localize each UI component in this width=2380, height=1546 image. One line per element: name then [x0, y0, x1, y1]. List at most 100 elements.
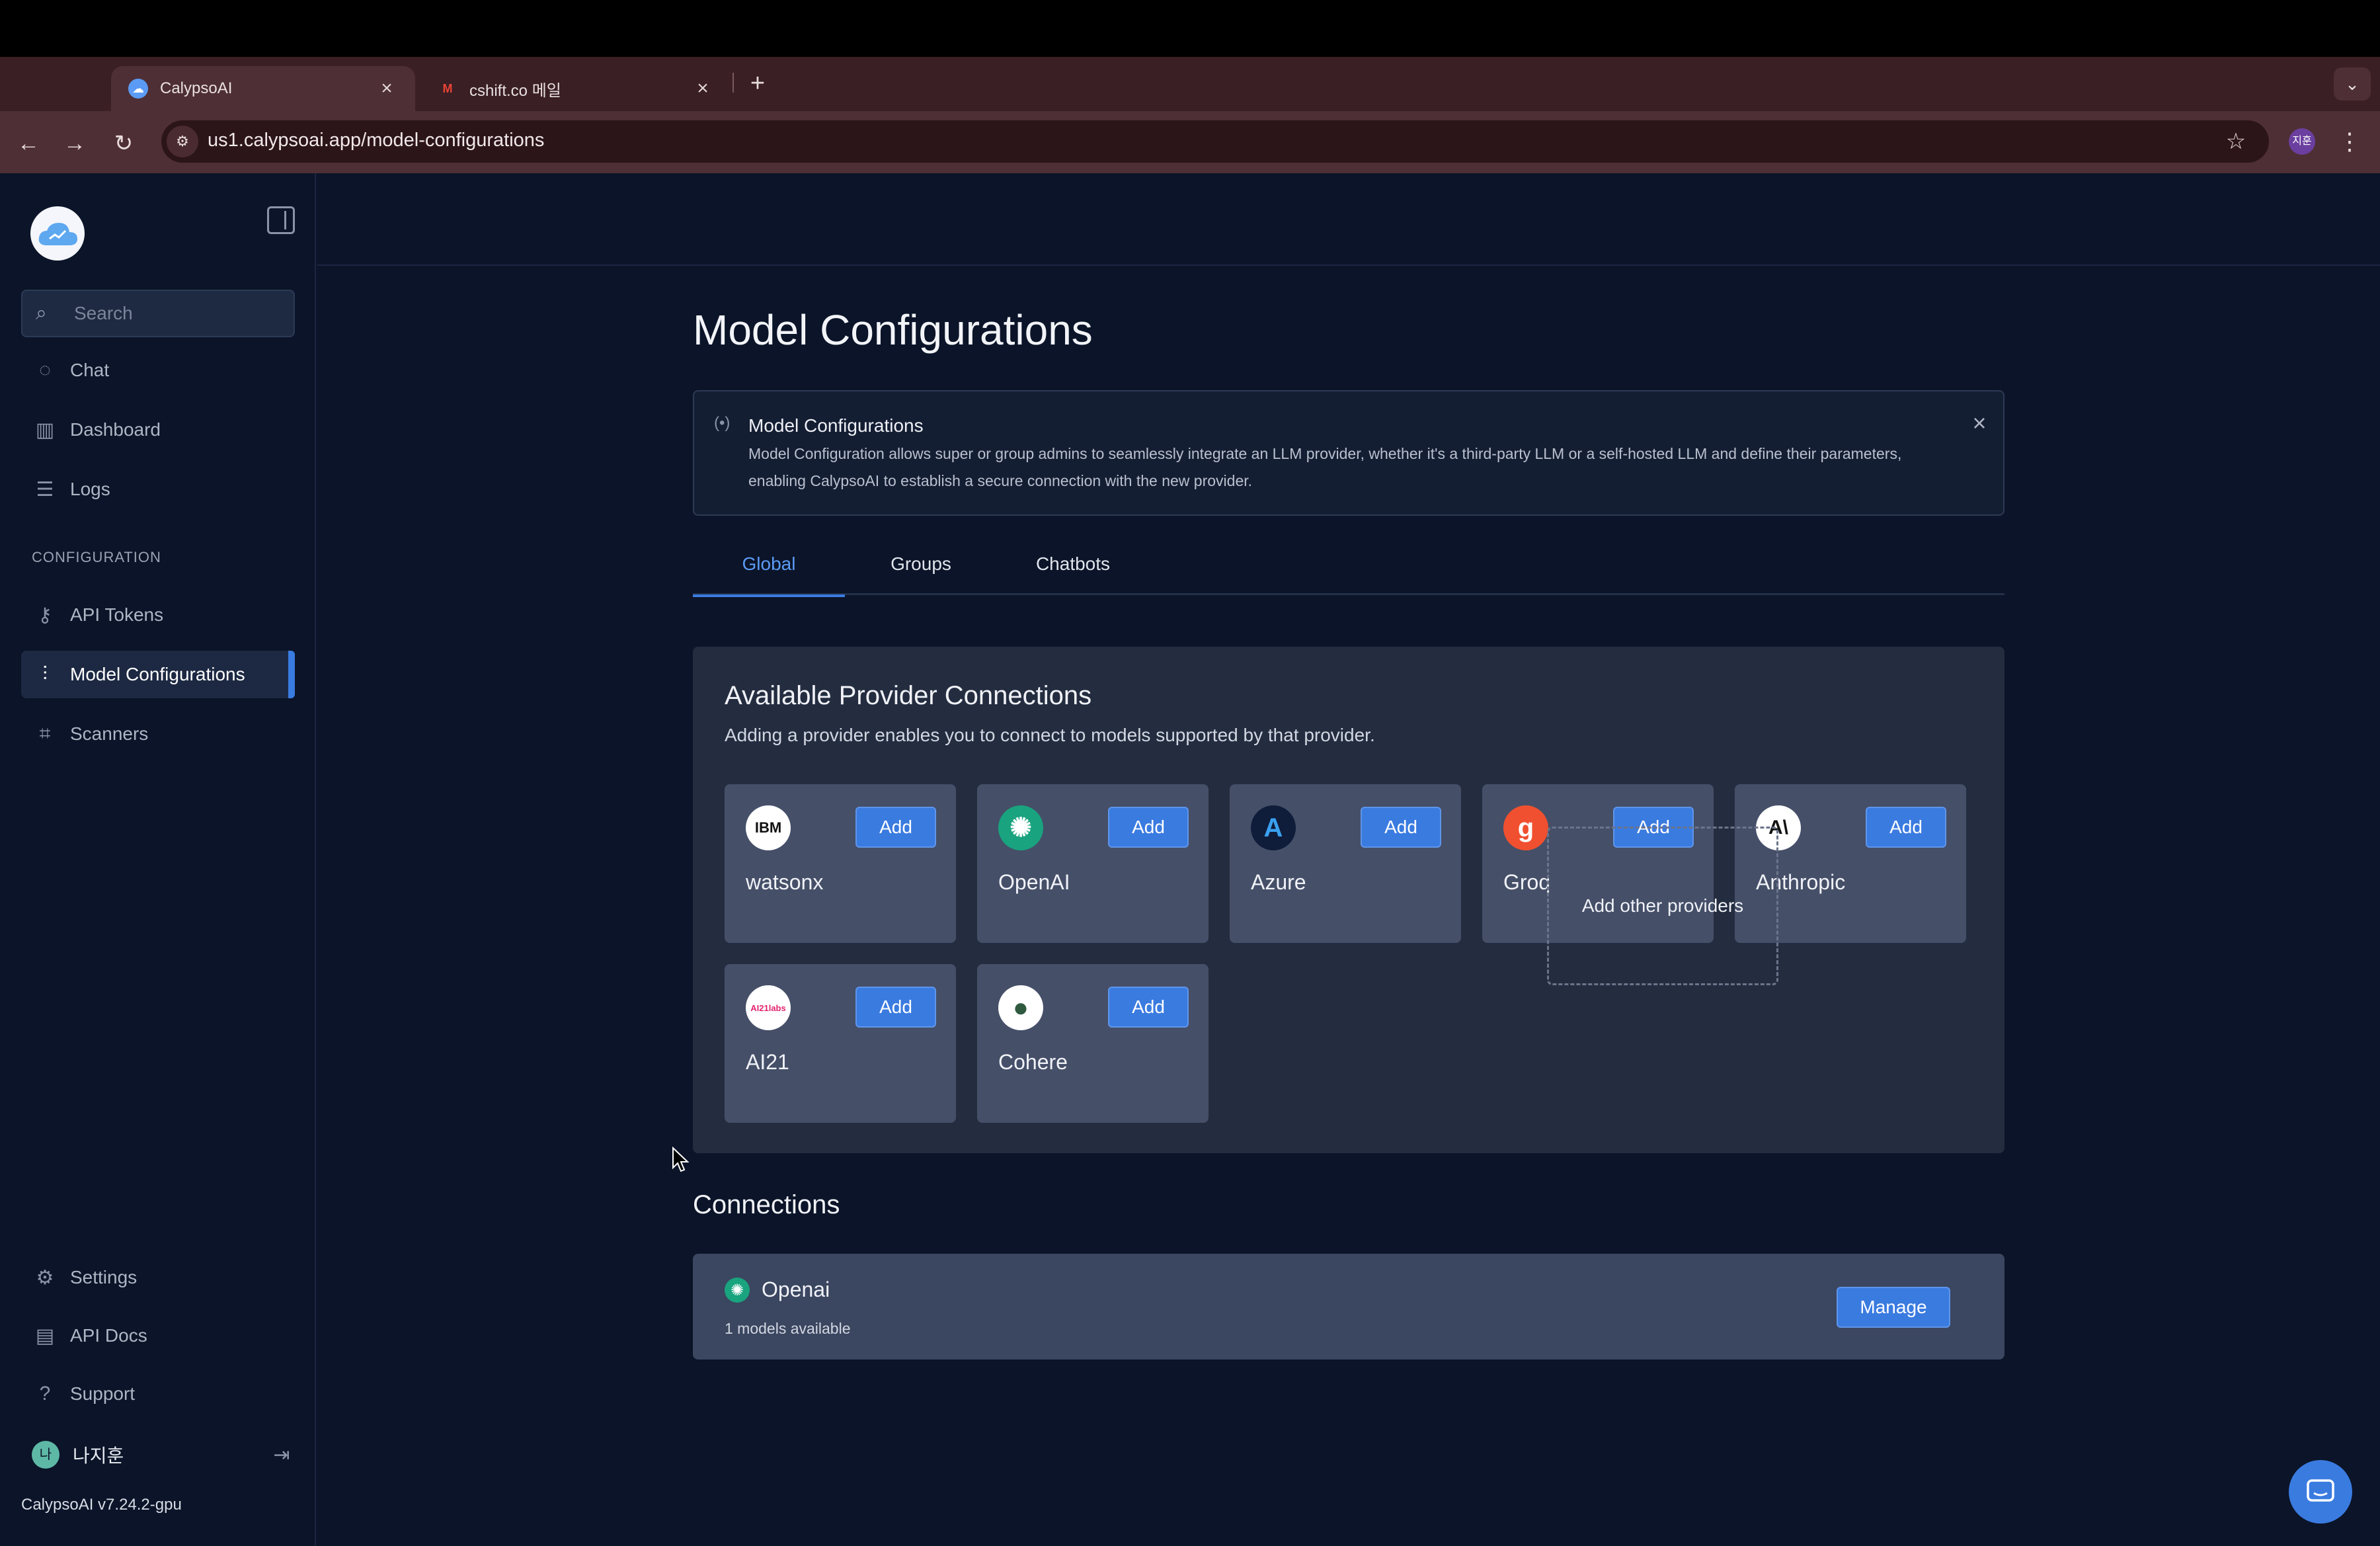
add-openai-button[interactable]: Add [1108, 807, 1189, 848]
broadcast-icon: (•) [714, 414, 731, 432]
sidebar-item-api-docs[interactable]: ▤ API Docs [21, 1312, 295, 1360]
logout-icon[interactable]: ⇥ [268, 1444, 295, 1467]
search-icon: ⌕ [36, 302, 47, 324]
connection-model-count: 1 models available [725, 1320, 851, 1337]
sidebar-item-label: Model Configurations [70, 664, 245, 684]
tab-close-icon[interactable]: × [376, 77, 398, 100]
back-button[interactable]: ← [12, 127, 45, 160]
support-chat-launcher[interactable] [2289, 1460, 2352, 1524]
app-version: CalypsoAI v7.24.2-gpu [21, 1496, 182, 1514]
sidebar-item-label: API Docs [70, 1325, 147, 1346]
gmail-icon: M [442, 81, 453, 95]
logo-text: A [1263, 813, 1283, 842]
provider-name: Azure [1251, 870, 1306, 894]
app: ⌕ ◌ Chat ▥ Dashboard ☰ Logs CONFIGURATIO… [0, 173, 2380, 1546]
site-info-icon[interactable]: ⚙ [167, 126, 198, 157]
browser-menu-icon[interactable]: ⋮ [2336, 126, 2363, 157]
bookmark-star-icon[interactable]: ☆ [2220, 126, 2252, 157]
search-input[interactable] [74, 303, 286, 324]
cloud-icon [38, 223, 77, 245]
tab-global[interactable]: Global [693, 541, 845, 597]
sidebar-item-model-configurations[interactable]: ⫶ Model Configurations [21, 651, 295, 698]
provider-card-azure: A Add Azure [1230, 784, 1461, 943]
browser-tab-calypsoai[interactable]: ☁ CalypsoAI × [111, 66, 415, 111]
provider-name: Groq [1503, 870, 1551, 894]
logs-icon: ☰ [36, 478, 54, 501]
add-anthropic-button[interactable]: Add [1866, 807, 1946, 848]
calypso-logo[interactable] [30, 206, 85, 261]
sidebar-item-label: Support [70, 1383, 136, 1404]
scan-icon: ⌗ [39, 723, 51, 745]
user-profile[interactable]: 나 나지훈 ⇥ [21, 1435, 295, 1475]
banner-title: Model Configurations [748, 415, 924, 436]
configuration-section-header: CONFIGURATION [32, 549, 161, 565]
sidebar-item-settings[interactable]: ⚙ Settings [21, 1254, 295, 1301]
logo-text: ✺ [730, 1281, 744, 1299]
connection-card-openai: ✺ Openai 1 models available Manage [693, 1254, 2004, 1360]
main-content: Model Configurations (•) Model Configura… [317, 173, 2380, 1546]
groq-logo-icon: g [1503, 805, 1548, 850]
add-cohere-button[interactable]: Add [1108, 987, 1189, 1028]
url-path: /model-configurations [361, 130, 545, 151]
tab-search-button[interactable]: ⌄ [2334, 67, 2371, 101]
sidebar-item-label: Dashboard [70, 419, 161, 440]
user-name: 나지훈 [73, 1445, 124, 1466]
provider-card-cohere: ● Add Cohere [977, 964, 1209, 1123]
connections-title: Connections [693, 1190, 840, 1219]
browser-tab-gmail[interactable]: M cshift.co 메일 × [420, 66, 731, 111]
sidebar-item-dashboard[interactable]: ▥ Dashboard [21, 406, 295, 454]
add-ai21-button[interactable]: Add [855, 987, 936, 1028]
url-host: us1.calypsoai.app [208, 130, 362, 151]
gear-icon: ⚙ [36, 1266, 54, 1289]
sidebar-item-label: Settings [70, 1267, 138, 1287]
chat-icon: ◌ [39, 359, 51, 381]
provider-card-ai21: AI21labs Add AI21 [725, 964, 956, 1123]
providers-title: Available Provider Connections [725, 681, 1092, 710]
tab-title: CalypsoAI [160, 79, 233, 97]
tab-chatbots[interactable]: Chatbots [997, 541, 1149, 595]
sidebar-item-label: Scanners [70, 723, 149, 744]
logo-text: AI21labs [750, 1002, 786, 1013]
browser-tab-strip: ☁ CalypsoAI × M cshift.co 메일 × [0, 57, 2380, 111]
logo-text: g [1517, 813, 1534, 842]
url-text[interactable]: us1.calypsoai.app/model-configurations [208, 130, 544, 151]
profile-avatar[interactable]: 지훈 [2289, 128, 2315, 155]
bar-chart-icon: ▥ [35, 419, 55, 441]
add-watsonx-button[interactable]: Add [855, 807, 936, 848]
providers-subtitle: Adding a provider enables you to connect… [725, 725, 1375, 745]
header-divider [317, 264, 2380, 266]
new-tab-button[interactable]: + [744, 65, 771, 102]
sidebar-item-label: Logs [70, 479, 110, 499]
cohere-logo-icon: ● [998, 985, 1043, 1030]
tab-close-icon[interactable]: × [692, 77, 714, 100]
os-top-bar [0, 0, 2380, 57]
calypso-cloud-icon: ☁ [128, 79, 148, 99]
openai-logo-icon: ✺ [725, 1278, 750, 1303]
collapse-sidebar-icon[interactable] [267, 206, 295, 234]
sidebar-item-label: API Tokens [70, 604, 164, 625]
sidebar-search[interactable]: ⌕ [21, 290, 295, 337]
manage-button[interactable]: Manage [1837, 1287, 1950, 1328]
page-title: Model Configurations [693, 306, 1093, 354]
reload-button[interactable]: ↻ [107, 127, 140, 160]
sidebar-item-api-tokens[interactable]: ⚷ API Tokens [21, 591, 295, 639]
sidebar-item-label: Chat [70, 360, 110, 380]
ai21-logo-icon: AI21labs [746, 985, 791, 1030]
provider-name: Cohere [998, 1050, 1068, 1074]
provider-name: watsonx [746, 870, 824, 894]
help-circle-icon: ? [39, 1383, 51, 1404]
provider-name: AI21 [746, 1050, 789, 1074]
tab-separator [733, 73, 734, 93]
sidebar-item-chat[interactable]: ◌ Chat [21, 346, 295, 394]
logo-text: ✺ [1010, 813, 1032, 842]
sidebar-item-logs[interactable]: ☰ Logs [21, 466, 295, 513]
forward-button[interactable]: → [58, 127, 91, 160]
info-banner: (•) Model Configurations Model Configura… [693, 390, 2004, 516]
sidebar-item-scanners[interactable]: ⌗ Scanners [21, 710, 295, 758]
book-icon: ▤ [35, 1324, 55, 1347]
tab-groups[interactable]: Groups [845, 541, 997, 595]
add-azure-button[interactable]: Add [1361, 807, 1441, 848]
sidebar-item-support[interactable]: ? Support [21, 1370, 295, 1418]
close-icon[interactable]: × [1966, 410, 1993, 436]
add-other-providers-button[interactable]: Add other providers [1547, 827, 1778, 985]
